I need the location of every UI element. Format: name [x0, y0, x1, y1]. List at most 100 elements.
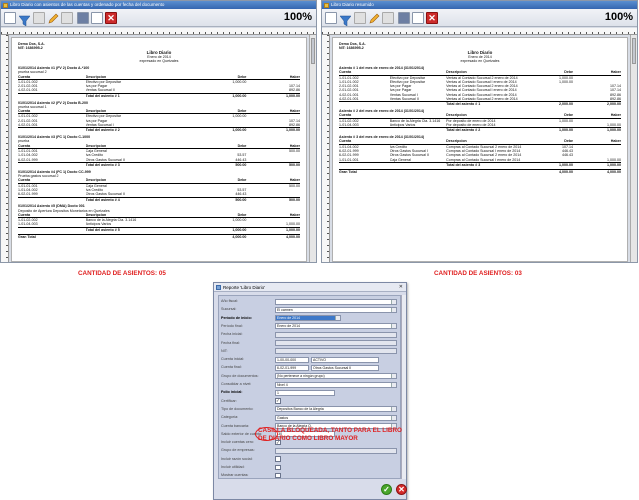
close-icon[interactable]: ✕	[426, 12, 438, 24]
field-label: Fecha inicial:	[221, 332, 243, 337]
total-haber: 500.00	[288, 162, 300, 167]
chevron-down-icon[interactable]	[391, 307, 396, 312]
chevron-down-icon[interactable]	[391, 407, 396, 412]
report-icon	[216, 285, 221, 290]
total-haber: 1,000.00	[285, 93, 300, 98]
field-input[interactable]: El carmen	[275, 306, 397, 313]
field-input[interactable]: Gastos	[275, 414, 397, 421]
total-haber: 1,000.00	[606, 162, 621, 167]
chevron-down-icon[interactable]	[391, 382, 396, 387]
zoom-level[interactable]: 100%	[605, 11, 633, 23]
field-input[interactable]	[275, 447, 397, 454]
col-cuenta: Cuenta	[18, 143, 31, 148]
field-input[interactable]: Nivel 4	[275, 381, 397, 388]
edit-icon[interactable]	[47, 12, 59, 24]
col-haber: Haber	[289, 143, 300, 148]
field-input[interactable]	[275, 340, 397, 346]
export-icon[interactable]	[61, 12, 73, 24]
col-haber: Haber	[610, 70, 621, 75]
dialog-scrollbar[interactable]	[401, 295, 406, 479]
checkbox[interactable]: ✓	[275, 398, 281, 404]
entry-total-row: Total del asiento # 3 500.00 500.00	[18, 161, 300, 167]
chevron-down-icon[interactable]	[391, 374, 396, 379]
chevron-down-icon[interactable]	[335, 316, 340, 321]
total-debe: 1,000.00	[232, 93, 247, 98]
print-icon[interactable]	[412, 12, 424, 24]
field-label: Incluir razón social:	[221, 456, 253, 461]
table-cell: Otros Gastos Sucursal II	[85, 157, 125, 162]
field-label: Grupo de empresas:	[221, 448, 255, 453]
table-row: 4-02-01-001 Ventas Sucursal II Ventas al C…	[339, 97, 621, 101]
close-icon[interactable]: ✕	[399, 283, 403, 292]
vertical-scrollbar[interactable]	[630, 35, 637, 262]
close-icon[interactable]: ✕	[105, 12, 117, 24]
scroll-thumb[interactable]	[311, 38, 315, 64]
account-name-field[interactable]: ACTIVO	[311, 356, 379, 363]
dialog-titlebar[interactable]: Reporte 'Libro Diario' ✕	[214, 283, 406, 292]
filter-icon[interactable]	[339, 13, 352, 27]
parameters-form: Año fiscal: Sucursal: El carmen Período de …	[218, 295, 401, 479]
form-row: Año fiscal:	[221, 298, 399, 305]
save-icon[interactable]	[398, 12, 410, 24]
entry-total-row: Total del asiento # 1 2,000.00 2,000.00	[339, 101, 621, 106]
report-parameters-dialog: Reporte 'Libro Diario' ✕ Año fiscal: Sucu…	[213, 282, 407, 500]
account-code-field[interactable]: 6-02-01-999	[275, 364, 309, 371]
total-haber: 2,000.00	[606, 102, 621, 107]
col-haber: Haber	[610, 113, 621, 118]
scroll-thumb[interactable]	[632, 38, 636, 64]
checkbox[interactable]	[275, 472, 281, 478]
form-row: NIT:	[221, 348, 399, 355]
ok-button[interactable]: ✓	[381, 484, 392, 495]
right-entry-count: CANTIDAD DE ASIENTOS: 03	[434, 270, 522, 277]
col-debe: Debe	[564, 139, 574, 144]
field-input[interactable]: 1	[275, 389, 335, 396]
account-name-field[interactable]: Otros Gastos Sucursal II	[311, 364, 379, 371]
total-label: Total del asiento # 1	[446, 102, 481, 107]
zoom-level[interactable]: 100%	[284, 11, 312, 23]
field-input[interactable]	[275, 348, 397, 355]
grand-total-row: Gran Total 4,000.00 4,000.00	[339, 169, 621, 174]
form-row: Consolidar a nivel: Nivel 4	[221, 381, 399, 388]
app-icon	[324, 2, 329, 8]
field-input[interactable]: (No pertenece a ningún grupo)	[275, 373, 397, 380]
cancel-button[interactable]: ✕	[396, 484, 407, 495]
open-document-icon[interactable]	[4, 12, 16, 24]
filter-icon[interactable]	[18, 13, 31, 27]
open-document-icon[interactable]	[325, 12, 337, 24]
table-cell: 1-01-04-003	[339, 123, 359, 128]
field-input[interactable]	[275, 298, 397, 305]
table-cell: Ventas Sucursal II	[389, 97, 419, 102]
total-label: Total del asiento # 1	[85, 93, 120, 98]
col-debe: Debe	[237, 212, 247, 217]
form-row: Período final: Enero de 2014	[221, 323, 399, 330]
table-cell: Caja General	[389, 157, 411, 162]
table-row: 4-02-01-001 Ventas Sucursal I 892.86	[18, 123, 300, 127]
export-icon[interactable]	[382, 12, 394, 24]
right-window-titlebar[interactable]: Libro Diario resumido	[322, 1, 637, 9]
vertical-scrollbar[interactable]	[309, 35, 316, 262]
total-debe: 500.00	[235, 162, 247, 167]
save-icon[interactable]	[77, 12, 89, 24]
col-haber: Haber	[289, 74, 300, 79]
checkbox[interactable]	[275, 456, 281, 462]
table-cell: 1,000.00	[606, 123, 621, 128]
search-icon[interactable]	[354, 12, 366, 24]
edit-icon[interactable]	[368, 12, 380, 24]
grand-total-debe: 4,000.00	[559, 170, 574, 175]
checkbox[interactable]	[275, 464, 281, 470]
account-code-field[interactable]: 1-00-00-000	[275, 356, 309, 363]
chevron-down-icon[interactable]	[391, 324, 396, 329]
field-input[interactable]: Enero de 2014	[275, 315, 341, 322]
field-input[interactable]: Enero de 2014	[275, 323, 397, 330]
field-input[interactable]: Depositos Banco de la Alegria	[275, 406, 397, 413]
print-icon[interactable]	[91, 12, 103, 24]
table-cell: Ventas Sucursal II	[85, 88, 115, 93]
app-icon	[3, 2, 8, 8]
chevron-down-icon[interactable]	[391, 415, 396, 420]
field-input[interactable]	[275, 331, 397, 338]
search-icon[interactable]	[33, 12, 45, 24]
chevron-down-icon[interactable]	[391, 299, 396, 304]
left-window-titlebar[interactable]: Libro Diario con asientos de las cuentas…	[1, 1, 316, 9]
